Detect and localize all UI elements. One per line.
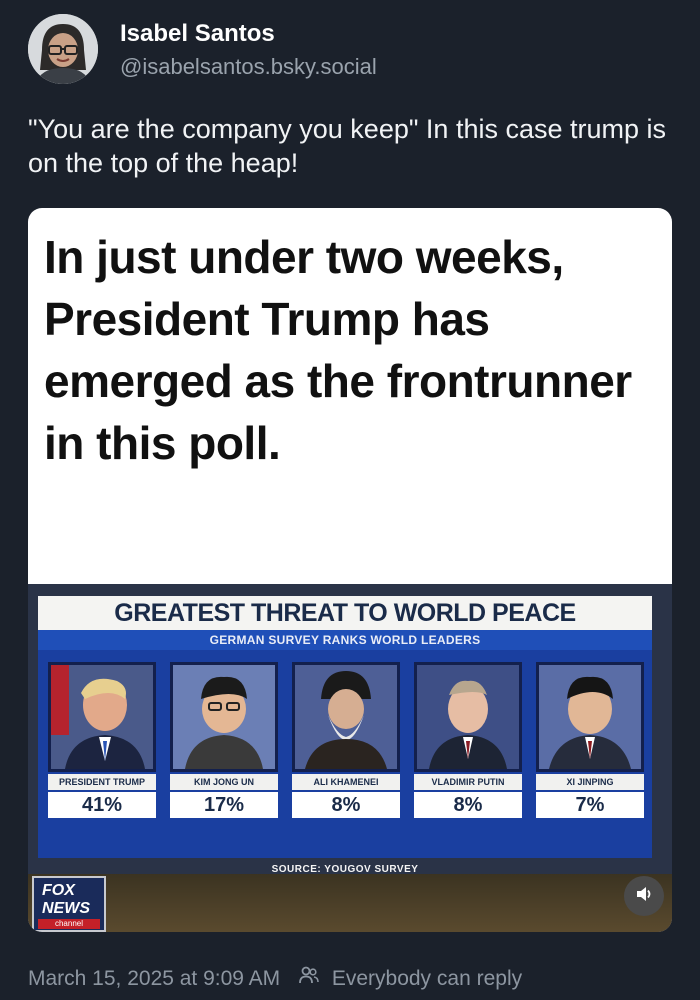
author-display-name[interactable]: Isabel Santos bbox=[120, 20, 275, 48]
leader-percent: 8% bbox=[414, 792, 522, 818]
logo-line-1: FOX bbox=[42, 882, 75, 899]
logo-line-3: channel bbox=[38, 919, 100, 929]
speaker-icon bbox=[634, 884, 654, 909]
reply-setting[interactable]: Everybody can reply bbox=[332, 967, 522, 990]
logo-line-2: NEWS bbox=[42, 900, 90, 917]
leader-photo bbox=[414, 662, 522, 772]
author-handle[interactable]: @isabelsantos.bsky.social bbox=[120, 54, 377, 80]
leader-percent: 8% bbox=[292, 792, 400, 818]
people-icon bbox=[298, 964, 320, 995]
leaders-board: PRESIDENT TRUMP 41% KIM JONG UN 17% ALI … bbox=[38, 650, 652, 858]
tv-title: GREATEST THREAT TO WORLD PEACE bbox=[38, 596, 652, 630]
avatar[interactable] bbox=[28, 14, 98, 84]
leader-percent: 7% bbox=[536, 792, 644, 818]
leader-percent: 17% bbox=[170, 792, 278, 818]
studio-floor bbox=[28, 874, 672, 932]
post-timestamp[interactable]: March 15, 2025 at 9:09 AM bbox=[28, 967, 280, 990]
post-image[interactable]: In just under two weeks, President Trump… bbox=[28, 208, 672, 932]
image-headline: In just under two weeks, President Trump… bbox=[44, 231, 632, 469]
leader-card: KIM JONG UN 17% bbox=[170, 662, 278, 824]
leader-name: ALI KHAMENEI bbox=[292, 774, 400, 790]
post-author: Isabel Santos @isabelsantos.bsky.social bbox=[28, 14, 668, 86]
leader-card: XI JINPING 7% bbox=[536, 662, 644, 824]
tv-source: SOURCE: YOUGOV SURVEY bbox=[271, 864, 419, 875]
leader-name: KIM JONG UN bbox=[170, 774, 278, 790]
leader-name: PRESIDENT TRUMP bbox=[48, 774, 156, 790]
tv-subtitle: GERMAN SURVEY RANKS WORLD LEADERS bbox=[38, 630, 652, 650]
leader-photo bbox=[536, 662, 644, 772]
leader-card: PRESIDENT TRUMP 41% bbox=[48, 662, 156, 824]
fox-news-logo: FOX NEWS channel bbox=[32, 876, 106, 932]
post-meta: March 15, 2025 at 9:09 AM Everybody can … bbox=[28, 964, 668, 994]
leader-percent: 41% bbox=[48, 792, 156, 818]
leader-card: ALI KHAMENEI 8% bbox=[292, 662, 400, 824]
leader-photo bbox=[292, 662, 400, 772]
leader-photo bbox=[48, 662, 156, 772]
leader-photo bbox=[170, 662, 278, 772]
post-text: "You are the company you keep" In this c… bbox=[28, 114, 667, 178]
leader-name: XI JINPING bbox=[536, 774, 644, 790]
leader-name: VLADIMIR PUTIN bbox=[414, 774, 522, 790]
sound-button[interactable] bbox=[624, 876, 664, 916]
leader-card: VLADIMIR PUTIN 8% bbox=[414, 662, 522, 824]
tv-screenshot: GREATEST THREAT TO WORLD PEACE GERMAN SU… bbox=[28, 584, 672, 932]
